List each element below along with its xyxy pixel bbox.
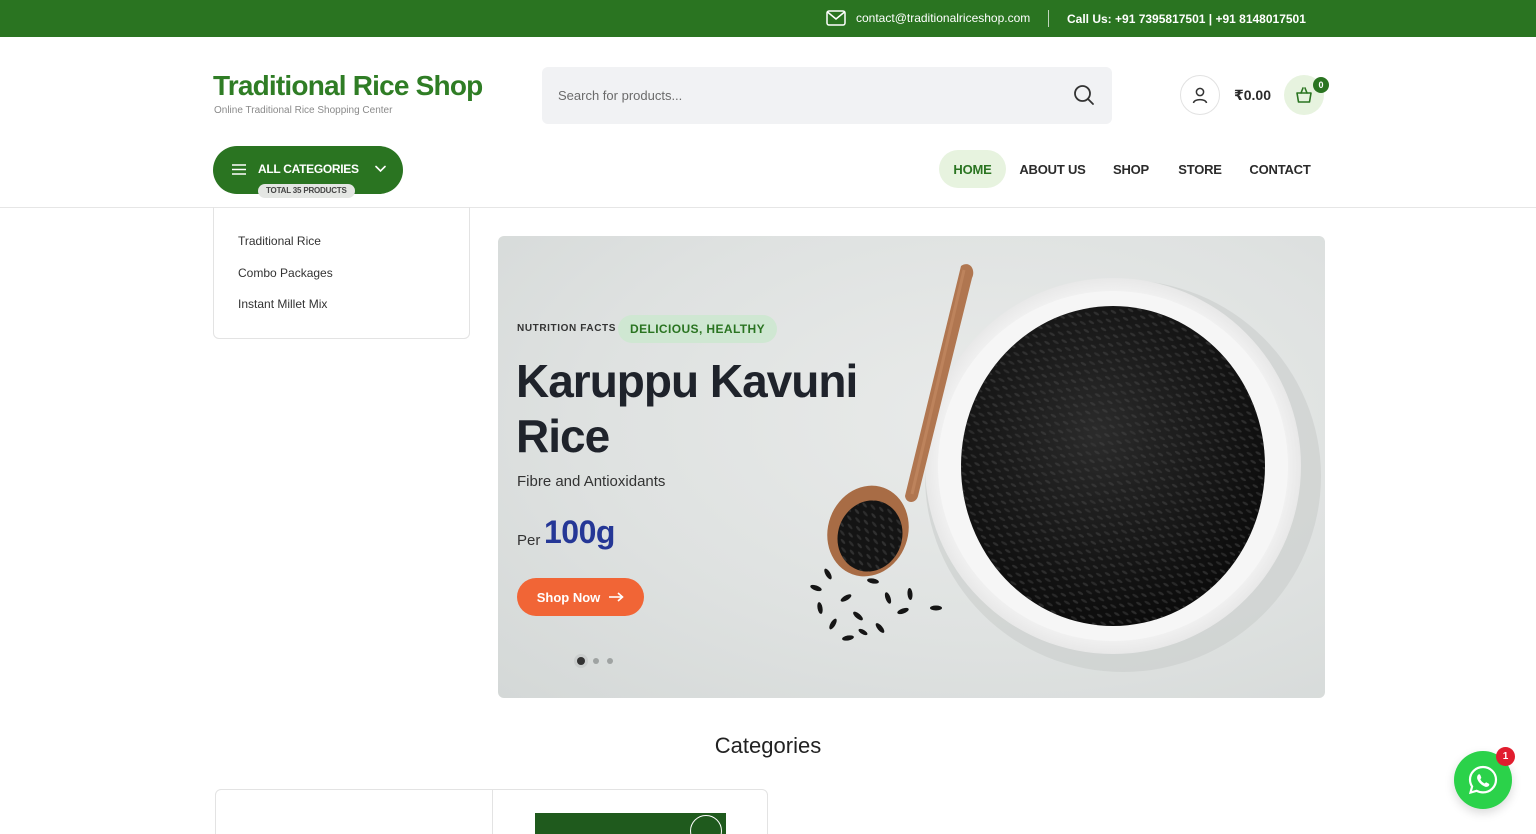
contact-email[interactable]: contact@traditionalriceshop.com xyxy=(826,10,1030,26)
site-tagline: Online Traditional Rice Shopping Center xyxy=(214,105,393,116)
total-products-badge: TOTAL 35 PRODUCTS xyxy=(258,184,355,198)
nav-shop[interactable]: SHOP xyxy=(1108,150,1154,188)
category-item-combo-packages[interactable]: Combo Packages xyxy=(238,266,333,280)
search-button[interactable] xyxy=(1072,83,1096,107)
topbar-divider xyxy=(1048,10,1049,27)
hero-kicker: NUTRITION FACTS xyxy=(517,323,616,334)
cart-total[interactable]: ₹0.00 xyxy=(1234,87,1271,104)
black-rice-bowl-image xyxy=(810,264,1321,672)
hero-weight: 100g xyxy=(544,514,615,550)
nav-home[interactable]: HOME xyxy=(939,150,1006,188)
chevron-down-icon xyxy=(375,165,386,173)
category-item-instant-millet-mix[interactable]: Instant Millet Mix xyxy=(238,297,327,311)
shopping-basket-icon xyxy=(1296,87,1312,103)
chat-notification-badge: 1 xyxy=(1496,747,1515,766)
shop-now-label: Shop Now xyxy=(536,589,601,605)
slider-dot-1[interactable] xyxy=(577,657,585,665)
hero-subtitle: Fibre and Antioxidants xyxy=(517,473,666,490)
top-bar: contact@traditionalriceshop.com Call Us:… xyxy=(0,0,1536,37)
category-item-traditional-rice[interactable]: Traditional Rice xyxy=(238,234,321,248)
nav-store[interactable]: STORE xyxy=(1173,150,1227,188)
brand-seal-image xyxy=(690,815,722,834)
user-icon xyxy=(1192,87,1208,104)
contact-email-text[interactable]: contact@traditionalriceshop.com xyxy=(856,11,1030,25)
categories-heading: Categories xyxy=(714,733,822,758)
hero-slider[interactable]: NUTRITION FACTS DELICIOUS, HEALTHY Karup… xyxy=(498,236,1325,698)
site-logo[interactable]: Traditional Rice Shop xyxy=(213,70,483,102)
mail-icon xyxy=(826,10,846,26)
hero-tag-badge: DELICIOUS, HEALTHY xyxy=(618,315,777,343)
slider-dots xyxy=(577,657,613,665)
account-button[interactable] xyxy=(1180,75,1220,115)
nav-about-us[interactable]: ABOUT US xyxy=(1016,150,1089,188)
contact-phone: Call Us: +91 7395817501 | +91 8148017501 xyxy=(1067,12,1306,26)
whatsapp-icon xyxy=(1468,765,1498,795)
category-cards xyxy=(215,789,768,834)
menu-icon xyxy=(232,164,246,175)
hero-per-label: Per xyxy=(517,532,541,549)
slider-dot-3[interactable] xyxy=(607,658,613,664)
nav-contact[interactable]: CONTACT xyxy=(1245,150,1315,188)
shop-now-button[interactable]: Shop Now xyxy=(517,578,644,616)
category-dropdown-list: Traditional Rice Combo Packages Instant … xyxy=(213,207,470,339)
search-bar xyxy=(542,67,1112,124)
all-categories-button[interactable]: ALL CATEGORIES TOTAL 35 PRODUCTS xyxy=(213,146,403,198)
hero-title: Karuppu Kavuni Rice xyxy=(516,355,858,462)
category-card-image[interactable] xyxy=(535,813,726,834)
search-input[interactable] xyxy=(542,67,1062,124)
card-divider xyxy=(492,790,493,834)
all-categories-label: ALL CATEGORIES xyxy=(258,162,359,176)
search-icon xyxy=(1074,85,1094,105)
cart-count-badge: 0 xyxy=(1313,77,1329,93)
slider-dot-2[interactable] xyxy=(593,658,599,664)
arrow-right-icon xyxy=(609,592,624,602)
